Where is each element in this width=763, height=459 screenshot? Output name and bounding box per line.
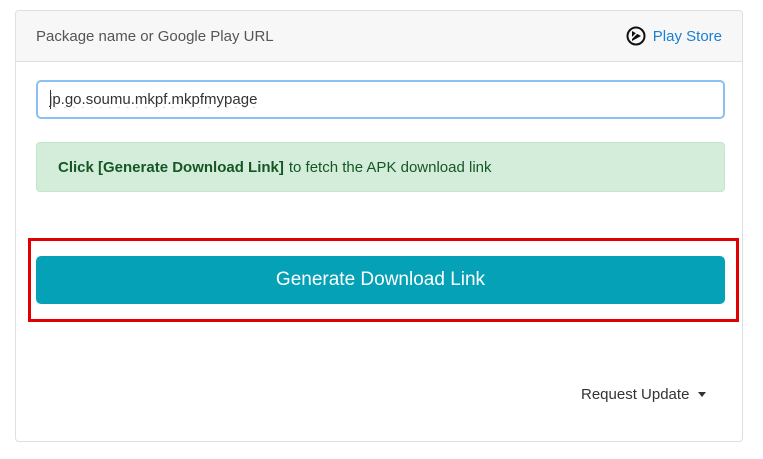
package-input-wrapper[interactable] (36, 80, 725, 119)
package-input[interactable] (49, 91, 723, 108)
alert-bold-text: Click [Generate Download Link] (58, 158, 284, 176)
request-update-label: Request Update (581, 386, 690, 403)
play-store-label: Play Store (652, 27, 722, 45)
download-card: Package name or Google Play URL Play Sto… (15, 10, 743, 442)
play-store-icon (626, 26, 646, 46)
card-header: Package name or Google Play URL Play Sto… (16, 11, 742, 62)
info-alert: Click [Generate Download Link] to fetch … (36, 142, 725, 192)
header-label: Package name or Google Play URL (36, 27, 274, 45)
generate-download-link-button[interactable]: Generate Download Link (36, 256, 725, 304)
caret-down-icon (698, 392, 707, 397)
alert-text: to fetch the APK download link (288, 158, 492, 176)
text-cursor (50, 90, 51, 109)
request-update-dropdown[interactable]: Request Update (581, 386, 707, 403)
play-store-link[interactable]: Play Store (626, 26, 722, 46)
